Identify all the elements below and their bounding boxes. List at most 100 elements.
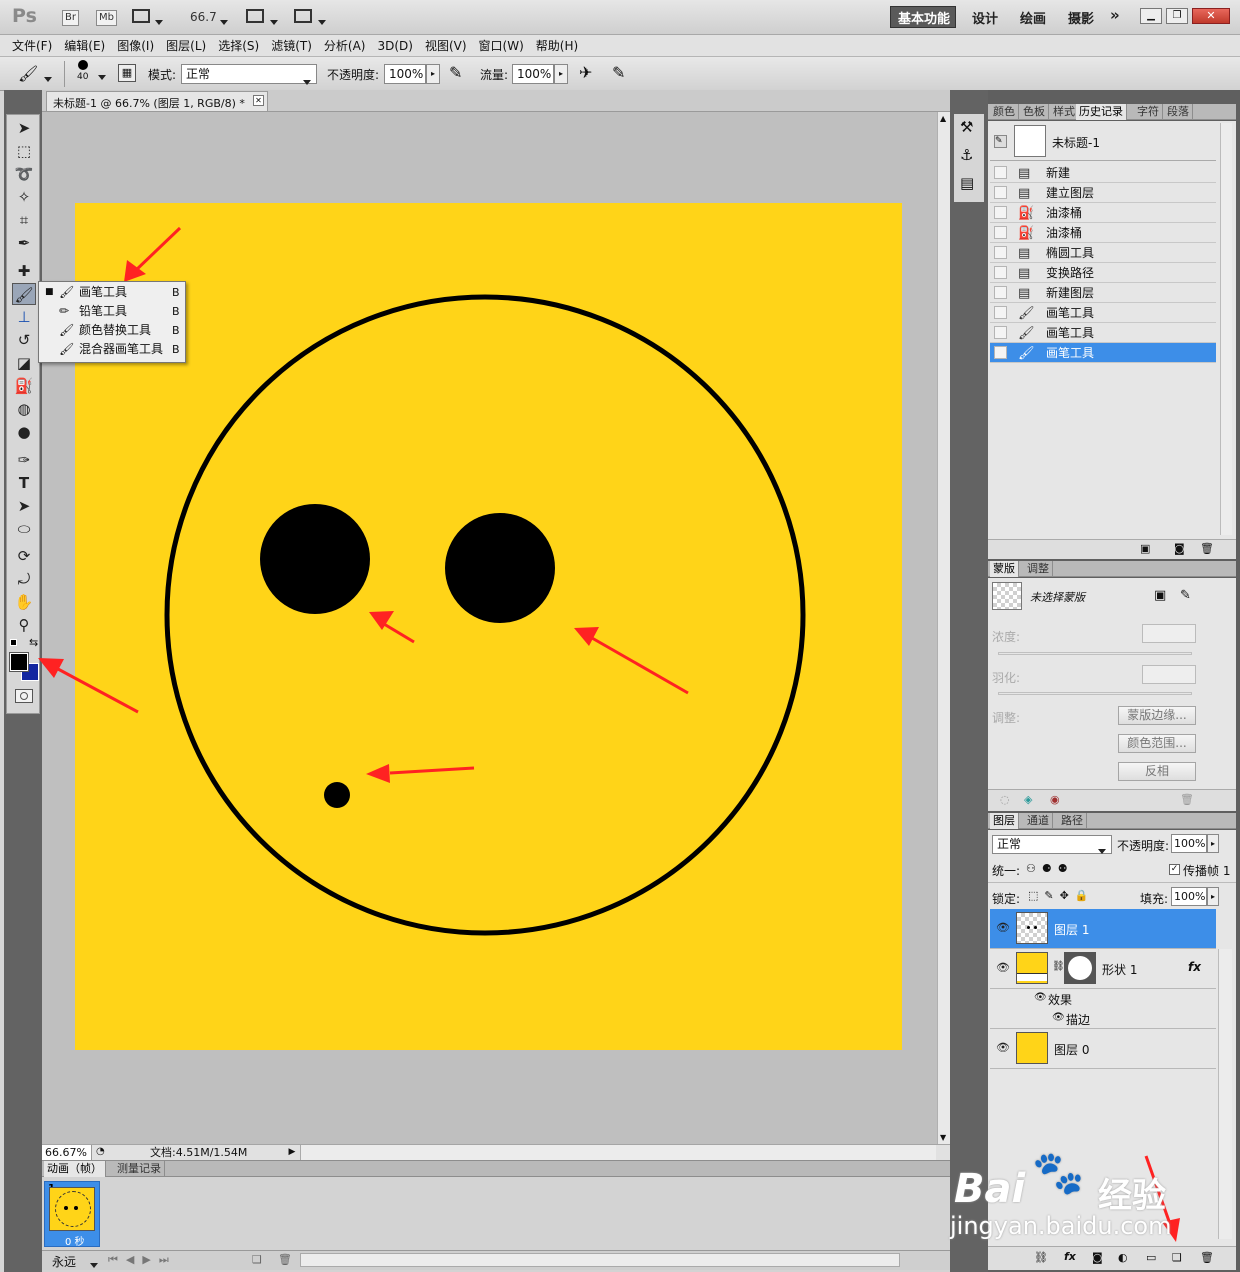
close-window-icon[interactable]: ✕ [1192,8,1230,24]
flow-field[interactable]: 100% [512,64,554,84]
menu-select[interactable]: 选择(S) [212,35,265,57]
menu-window[interactable]: 窗口(W) [473,35,530,57]
brush-preset-icon[interactable]: 🖌 [18,64,38,83]
flyout-item-pencil[interactable]: ✏ 铅笔工具 B [39,302,185,321]
restore-icon[interactable]: ❐ [1166,8,1188,24]
ellipse-tool-icon[interactable]: ⬭ [12,518,36,540]
opacity-field[interactable]: 100% [384,64,426,84]
document-tab[interactable]: 未标题-1 @ 66.7% (图层 1, RGB/8) * [46,91,268,111]
add-layer-style-icon[interactable]: fx [1064,1250,1076,1263]
layer-row-layer1[interactable]: 👁 图层 1 [990,909,1216,949]
density-field[interactable] [1142,624,1196,643]
loop-select[interactable]: 永远 [52,1253,76,1270]
mode-select[interactable]: 正常 [181,64,317,85]
history-item[interactable]: ▤ 新建图层 [990,283,1216,303]
link-layers-icon[interactable]: ⛓ [1034,1251,1048,1264]
tablet-opacity-icon[interactable]: ✎ [449,63,462,82]
brush-tool-icon[interactable]: 🖌 [12,283,36,305]
scroll-up-icon[interactable]: ▲ [940,114,946,123]
canvas-area[interactable] [42,112,937,1144]
menu-image[interactable]: 图像(I) [111,35,160,57]
flyout-item-mixer-brush[interactable]: 🖌 混合器画笔工具 B [39,340,185,359]
menu-edit[interactable]: 编辑(E) [58,35,111,57]
tab-masks[interactable]: 蒙版 [990,561,1019,577]
color-range-button[interactable]: 颜色范围... [1118,734,1196,753]
tab-channels[interactable]: 通道 [1024,813,1053,829]
clone-stamp-tool-icon[interactable]: ⊥ [12,306,36,328]
tool-presets-icon[interactable]: ⚒ [960,118,973,136]
layer-row-shape1[interactable]: 👁 ⛓ 形状 1 fx [990,949,1216,989]
zoom-tool-icon[interactable]: ⚲ [12,614,36,636]
foreground-color-swatch[interactable] [10,653,28,671]
workspace-design[interactable]: 设计 [972,8,998,27]
status-info-icon[interactable]: ◔ [96,1146,105,1157]
create-snapshot-icon[interactable]: ◙ [1174,542,1185,555]
crop-tool-icon[interactable]: ⌗ [12,209,36,231]
more-workspaces-icon[interactable]: » [1110,6,1120,24]
menu-filter[interactable]: 滤镜(T) [265,35,318,57]
arrange-documents-icon[interactable] [246,9,264,23]
history-item[interactable]: 🖌 画笔工具 [990,323,1216,343]
history-item[interactable]: ▤ 新建 [990,163,1216,183]
history-item-current[interactable]: 🖌 画笔工具 [990,343,1216,363]
menu-file[interactable]: 文件(F) [6,35,58,57]
history-snapshot[interactable]: ✎ 未标题-1 [990,123,1216,161]
history-brush-tool-icon[interactable]: ↺ [12,329,36,351]
density-slider[interactable] [998,652,1192,655]
paint-bucket-tool-icon[interactable]: ⛽ [12,375,36,397]
hand-tool-icon[interactable]: ✋ [12,591,36,613]
apply-mask-icon[interactable]: ◈ [1024,793,1032,806]
default-colors-icon[interactable] [10,639,17,646]
healing-brush-tool-icon[interactable]: ✚ [12,260,36,282]
quick-mask-icon[interactable] [15,689,33,703]
layers-scrollbar[interactable] [1218,949,1232,1239]
bridge-button[interactable]: Br [62,10,79,26]
delete-state-icon[interactable]: 🗑 [1200,542,1214,555]
workspace-painting[interactable]: 绘画 [1020,8,1046,27]
lasso-tool-icon[interactable]: ➰ [12,163,36,185]
3d-rotate-tool-icon[interactable]: ⟳ [12,545,36,567]
status-menu-icon[interactable]: ▶ [286,1145,298,1160]
menu-layer[interactable]: 图层(L) [160,35,212,57]
tab-history[interactable]: 历史记录 [1076,104,1127,120]
history-item[interactable]: ⛽ 油漆桶 [990,203,1216,223]
tab-animation[interactable]: 动画（帧） [44,1161,106,1177]
mask-edge-button[interactable]: 蒙版边缘... [1118,706,1196,725]
close-document-icon[interactable]: ✕ [253,95,264,106]
brush-panel-toggle-icon[interactable]: ▦ [118,64,136,82]
tab-layers[interactable]: 图层 [990,813,1019,829]
tab-adjustments[interactable]: 调整 [1024,561,1053,577]
fill-field[interactable]: 100% [1171,887,1207,906]
layer-opacity-slider-icon[interactable]: ▸ [1207,834,1219,853]
layer-effects-icon[interactable]: fx [1188,960,1201,974]
pen-tool-icon[interactable]: ✑ [12,449,36,471]
flow-slider-icon[interactable]: ▸ [554,64,568,84]
zoom-field[interactable]: 66.67% [42,1145,92,1160]
document-canvas[interactable] [42,112,937,1144]
lock-buttons-icon[interactable]: ⬚✎✥🔒 [1028,889,1095,902]
blend-mode-select[interactable]: 正常 [992,835,1112,854]
visibility-eye-icon[interactable]: 👁 [996,1041,1010,1054]
new-document-from-state-icon[interactable]: ▣ [1140,542,1150,555]
tab-styles[interactable]: 样式 [1050,104,1079,120]
eyedropper-tool-icon[interactable]: ✒ [12,232,36,254]
history-item[interactable]: ▤ 变换路径 [990,263,1216,283]
new-adjustment-layer-icon[interactable]: ◐ [1118,1251,1128,1264]
vertical-scrollbar[interactable]: ▲ ▼ [937,112,950,1144]
tab-character[interactable]: 字符 [1134,104,1163,120]
menu-3d[interactable]: 3D(D) [371,35,418,57]
propagate-frame-checkbox[interactable]: ✓ [1169,864,1180,875]
invert-button[interactable]: 反相 [1118,762,1196,781]
scroll-down-icon[interactable]: ▼ [940,1133,946,1142]
tab-measurement-log[interactable]: 测量记录 [114,1161,165,1177]
tab-paragraph[interactable]: 段落 [1164,104,1193,120]
feather-field[interactable] [1142,665,1196,684]
playback-controls-icon[interactable]: ⏮◀▶⏭ [108,1253,177,1267]
history-item[interactable]: ▤ 建立图层 [990,183,1216,203]
screen-mode-icon[interactable] [294,9,312,23]
menu-view[interactable]: 视图(V) [419,35,473,57]
effects-eye-icon[interactable]: 👁 [1034,992,1047,1003]
minimize-icon[interactable]: ▁ [1140,8,1162,24]
horizontal-scrollbar[interactable] [300,1145,936,1160]
path-selection-tool-icon[interactable]: ➤ [12,495,36,517]
